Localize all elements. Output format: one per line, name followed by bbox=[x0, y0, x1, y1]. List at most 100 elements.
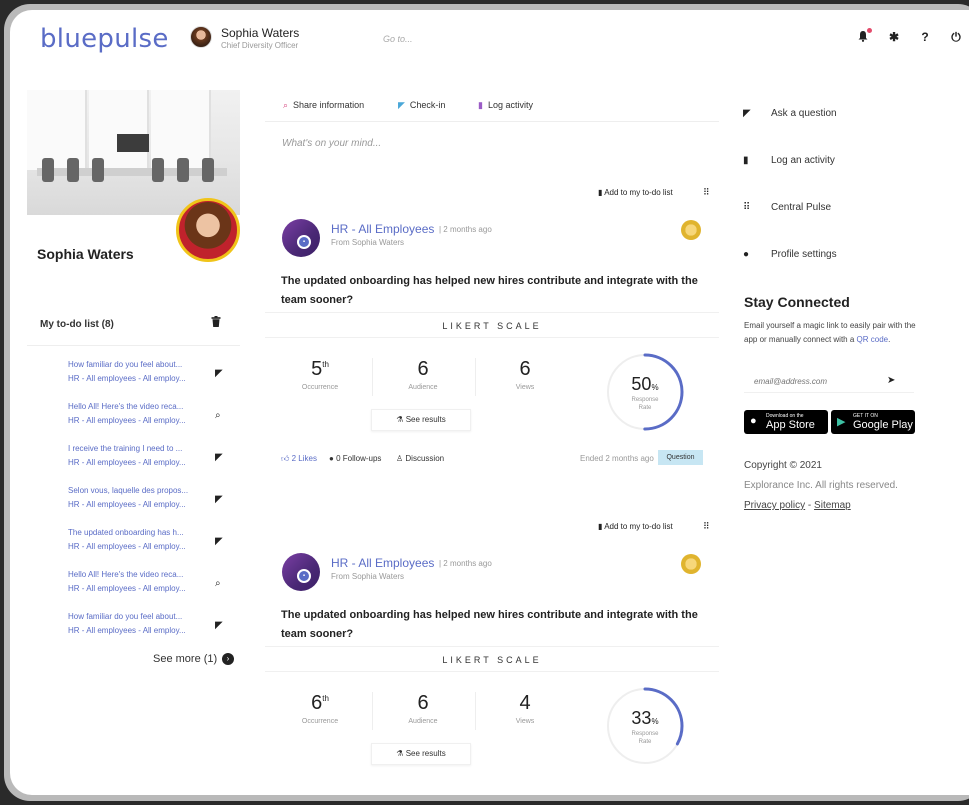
device-frame: bluepulse Sophia Waters Chief Diversity … bbox=[0, 0, 969, 805]
todo-item[interactable]: I receive the training I need to ... HR … bbox=[68, 444, 238, 486]
todo-header: My to-do list (8) bbox=[40, 319, 114, 330]
stay-connected-text: Email yourself a magic link to easily pa… bbox=[744, 319, 919, 347]
power-icon[interactable]: ⏻ bbox=[949, 30, 963, 45]
help-icon[interactable]: ? bbox=[918, 30, 932, 45]
todo-item[interactable]: How familiar do you feel about... HR - A… bbox=[68, 360, 238, 402]
privacy-policy-link[interactable]: Privacy policy bbox=[744, 500, 805, 511]
todo-item[interactable]: Hello All! Here's the video reca... HR -… bbox=[68, 570, 238, 612]
post-question[interactable]: The updated onboarding has helped new hi… bbox=[281, 606, 701, 644]
todo-item-title[interactable]: Hello All! Here's the video reca... bbox=[68, 570, 198, 579]
todo-item-group: HR - All employees - All employ... bbox=[68, 416, 186, 425]
send-icon[interactable]: ➤ bbox=[887, 375, 895, 386]
footer-links: Privacy policy - Sitemap bbox=[744, 500, 851, 511]
thumbs-up-icon: 👍︎ bbox=[281, 454, 290, 463]
rate-label-line1: Response bbox=[631, 397, 659, 403]
bell-icon[interactable] bbox=[856, 28, 872, 45]
sitemap-link[interactable]: Sitemap bbox=[814, 500, 851, 511]
post-time: | 2 months ago bbox=[439, 559, 492, 568]
post-composer-input[interactable]: What's on your mind... bbox=[282, 138, 381, 149]
add-to-todo-label: Add to my to-do list bbox=[604, 188, 673, 197]
user-role: Chief Diversity Officer bbox=[221, 41, 299, 50]
link-separator: - bbox=[807, 500, 812, 511]
post-body: ▪ HR - All Employees | 2 months ago From… bbox=[265, 542, 719, 795]
add-to-todo-button[interactable]: ▮ Add to my to-do list bbox=[598, 188, 673, 197]
top-icons: ✱ ? ⏻ bbox=[856, 28, 963, 45]
todo-item-title[interactable]: The updated onboarding has h... bbox=[68, 528, 198, 537]
share-information-label: Share information bbox=[293, 100, 365, 110]
response-rate-value: 33% bbox=[605, 708, 685, 729]
group-name-link[interactable]: HR - All Employees bbox=[331, 222, 434, 236]
top-bar: bluepulse Sophia Waters Chief Diversity … bbox=[10, 10, 969, 68]
grid-icon[interactable]: ⠿ bbox=[703, 521, 710, 532]
todo-item-title[interactable]: I receive the training I need to ... bbox=[68, 444, 198, 453]
medal-icon bbox=[681, 220, 701, 240]
todo-item[interactable]: How familiar do you feel about... HR - A… bbox=[68, 612, 238, 654]
app-logo[interactable]: bluepulse bbox=[40, 24, 169, 54]
occurrence-value: 6 bbox=[311, 692, 323, 714]
todo-item-title[interactable]: Selon vous, laquelle des propos... bbox=[68, 486, 198, 495]
audience-label: Audience bbox=[408, 384, 438, 391]
post-author: From Sophia Waters bbox=[331, 572, 405, 581]
profile-settings-label: Profile settings bbox=[771, 249, 837, 260]
share-information-button[interactable]: ⌕ Share information bbox=[283, 100, 364, 111]
see-results-button[interactable]: ⚗ See results bbox=[371, 743, 471, 765]
audience-value: 6 bbox=[417, 358, 429, 380]
user-name[interactable]: Sophia Waters bbox=[221, 26, 299, 40]
profile-card: Sophia Waters bbox=[27, 90, 240, 278]
profile-avatar[interactable] bbox=[176, 198, 240, 262]
todo-item-title[interactable]: How familiar do you feel about... bbox=[68, 612, 198, 621]
check-in-label: Check-in bbox=[409, 100, 446, 110]
bookmark-icon: ▮ bbox=[598, 188, 603, 197]
trash-icon[interactable] bbox=[211, 316, 221, 330]
grid-icon: ⠿ bbox=[743, 202, 751, 213]
todo-item-group: HR - All employees - All employ... bbox=[68, 458, 186, 467]
see-more-link[interactable]: See more (1) bbox=[153, 653, 217, 665]
log-activity-link[interactable]: ▮ Log an activity bbox=[743, 153, 943, 200]
app-store-button[interactable]: ● Download on the App Store bbox=[744, 410, 828, 434]
chevron-right-icon[interactable]: › bbox=[222, 653, 234, 665]
response-rate-value: 50% bbox=[605, 374, 685, 395]
gear-icon[interactable]: ✱ bbox=[887, 30, 901, 45]
occurrence-label: Occurrence bbox=[301, 718, 339, 725]
todo-item-title[interactable]: How familiar do you feel about... bbox=[68, 360, 198, 369]
profile-cover-image bbox=[27, 90, 240, 215]
megaphone-icon: ◤ bbox=[743, 108, 751, 119]
ask-question-link[interactable]: ◤ Ask a question bbox=[743, 106, 943, 153]
qr-code-link[interactable]: QR code bbox=[857, 335, 889, 344]
post-question[interactable]: The updated onboarding has helped new hi… bbox=[281, 272, 701, 310]
go-to-search[interactable]: Go to... bbox=[383, 34, 413, 44]
medal-icon bbox=[681, 554, 701, 574]
rights-text: Explorance Inc. All rights reserved. bbox=[744, 480, 898, 491]
discussion-button[interactable]: ♙ Discussion bbox=[396, 454, 444, 463]
profile-name[interactable]: Sophia Waters bbox=[37, 246, 134, 262]
user-avatar[interactable] bbox=[190, 26, 212, 48]
rate-label-line1: Response bbox=[631, 731, 659, 737]
todo-item[interactable]: The updated onboarding has h... HR - All… bbox=[68, 528, 238, 570]
log-activity-button[interactable]: ▮ Log activity bbox=[478, 100, 533, 111]
group-name-link[interactable]: HR - All Employees bbox=[331, 556, 434, 570]
profile-settings-link[interactable]: ● Profile settings bbox=[743, 247, 943, 294]
document-icon: ▮ bbox=[743, 155, 749, 166]
see-results-button[interactable]: ⚗ See results bbox=[371, 409, 471, 431]
check-in-button[interactable]: ◤ Check-in bbox=[398, 100, 445, 111]
todo-item-title[interactable]: Hello All! Here's the video reca... bbox=[68, 402, 198, 411]
discussion-label: Discussion bbox=[405, 454, 445, 463]
likes-button[interactable]: 👍︎ 2 Likes bbox=[281, 454, 317, 464]
grid-icon[interactable]: ⠿ bbox=[703, 187, 710, 198]
central-pulse-link[interactable]: ⠿ Central Pulse bbox=[743, 200, 943, 247]
megaphone-icon: ◤ bbox=[215, 620, 223, 631]
stay-connected-title: Stay Connected bbox=[744, 294, 850, 310]
todo-item[interactable]: Hello All! Here's the video reca... HR -… bbox=[68, 402, 238, 444]
add-to-todo-button[interactable]: ▮ Add to my to-do list bbox=[598, 522, 673, 531]
todo-item[interactable]: Selon vous, laquelle des propos... HR - … bbox=[68, 486, 238, 528]
post-time: | 2 months ago bbox=[439, 225, 492, 234]
flask-icon: ⚗ bbox=[396, 415, 404, 424]
rate-label-line2: Rate bbox=[638, 739, 652, 745]
log-activity-label: Log activity bbox=[487, 100, 533, 110]
google-play-button[interactable]: ▶ GET IT ON Google Play bbox=[831, 410, 915, 434]
occurrence-label: Occurrence bbox=[301, 384, 339, 391]
ended-time: Ended 2 months ago bbox=[580, 454, 654, 463]
followups-button[interactable]: ● 0 Follow-ups bbox=[329, 454, 381, 463]
stat-views: 6 Views bbox=[475, 358, 575, 391]
log-activity-icon: ▮ bbox=[478, 100, 483, 110]
